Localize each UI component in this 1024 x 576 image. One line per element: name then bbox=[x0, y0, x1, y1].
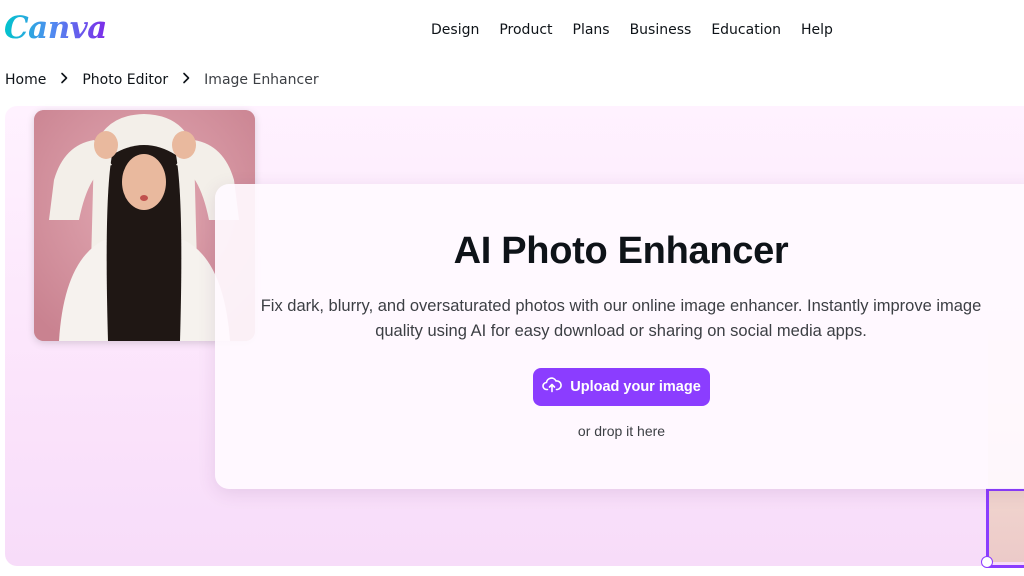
upload-image-button[interactable]: Upload your image bbox=[533, 368, 710, 406]
selection-frame bbox=[986, 488, 1024, 568]
canva-logo[interactable]: Canva bbox=[4, 10, 107, 46]
nav-item-plans[interactable]: Plans bbox=[563, 20, 620, 40]
nav-item-design[interactable]: Design bbox=[421, 20, 489, 40]
nav-item-business[interactable]: Business bbox=[620, 20, 702, 40]
resize-handle[interactable] bbox=[981, 556, 993, 568]
chevron-right-icon bbox=[182, 71, 190, 89]
breadcrumb-image-enhancer: Image Enhancer bbox=[204, 72, 319, 88]
breadcrumb-home[interactable]: Home bbox=[5, 71, 46, 89]
nav-item-help[interactable]: Help bbox=[791, 20, 843, 40]
top-navigation-bar: Canva Design Product Plans Business Educ… bbox=[0, 0, 1024, 60]
nav-item-education[interactable]: Education bbox=[701, 20, 791, 40]
drop-zone-hint: or drop it here bbox=[577, 423, 666, 439]
cloud-upload-icon bbox=[542, 376, 563, 398]
upload-button-label: Upload your image bbox=[570, 379, 701, 395]
hero-description: Fix dark, blurry, and oversaturated phot… bbox=[260, 297, 982, 340]
nav-item-product[interactable]: Product bbox=[489, 20, 562, 40]
page-title: AI Photo Enhancer bbox=[453, 230, 789, 272]
main-nav: Design Product Plans Business Education … bbox=[421, 20, 843, 40]
chevron-right-icon bbox=[60, 71, 68, 89]
breadcrumb: Home Photo Editor Image Enhancer bbox=[5, 71, 319, 89]
breadcrumb-photo-editor[interactable]: Photo Editor bbox=[82, 71, 168, 89]
